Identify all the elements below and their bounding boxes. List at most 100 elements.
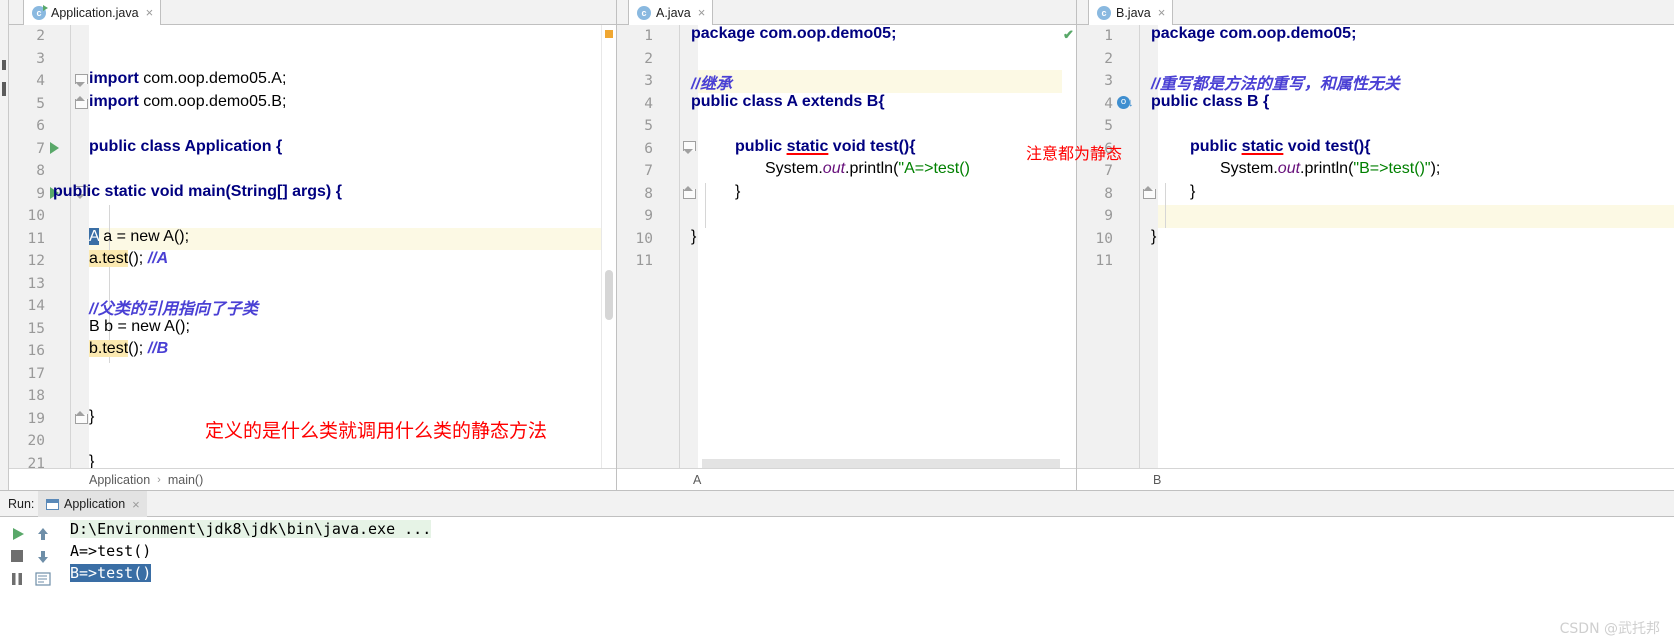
line-number: 4 [1104,95,1113,112]
stop-icon[interactable] [10,549,24,563]
import-path-a: com.oop.demo05.A; [138,70,287,87]
annotation-all-static: 注意都为静态 [1026,144,1123,163]
line-number: 2 [36,28,45,44]
fold-marker-test-method[interactable] [683,141,696,154]
code-line-4: public class B { [1151,93,1269,111]
java-class-icon: c [1097,5,1111,20]
fold-marker-test-method-end[interactable] [683,186,696,199]
call-tail: (); [128,250,148,267]
call-close: ); [1430,160,1441,177]
class-a-signature: public class A extends B{ [691,92,885,110]
error-stripe-marker-column[interactable]: ✔ [1062,25,1076,468]
field-out: out [1277,160,1301,177]
editor-body-a-java[interactable]: 1 2 3 4 5 6 7 8 9 10 11 package com.oop.… [617,25,1076,468]
code-line-12: a.test(); //A [89,250,168,268]
run-config-icon [46,498,59,510]
call-tail: (); [128,340,148,357]
editor-panel-b-java: c B.java × 1 2 3 4 5 6 7 8 9 10 11 o ↓ p… [1076,0,1674,490]
line-number: 21 [27,455,45,469]
run-tool-window-header: Run: Application × [0,491,1674,517]
line-number: 7 [36,140,45,157]
code-line-10: } [691,228,696,246]
breadcrumb-a-java: A [617,468,1076,490]
code-line-4: public class A extends B{ [691,93,885,111]
output-text-b-selected[interactable]: B=>test() [70,564,152,582]
close-icon[interactable]: × [1158,5,1166,20]
editor-body-application[interactable]: 2 3 4 5 6 7 8 9 10 11 12 13 14 15 16 17 … [9,25,616,468]
class-b-signature: public class B { [1151,92,1270,110]
field-out: out [822,160,846,177]
vertical-scrollbar-thumb[interactable] [605,270,613,320]
line-number: 10 [27,208,45,224]
line-number: 9 [1104,208,1113,224]
inline-comment-a: //A [147,250,169,267]
code-line-1: package com.oop.demo05; [1151,25,1356,43]
inspection-ok-icon[interactable]: ✔ [1063,27,1074,43]
current-line-highlight [1077,205,1674,228]
tab-application-java[interactable]: c Application.java × [23,0,162,25]
fold-marker-imports[interactable] [75,74,88,87]
breadcrumb-class[interactable]: B [1153,473,1161,487]
keyword-import: import [89,70,139,87]
line-number: 4 [36,73,45,89]
editor-panel-application: c Application.java × 2 3 4 5 6 7 8 9 10 … [9,0,616,490]
line-number: 9 [644,208,653,224]
tab-label: B.java [1116,5,1151,20]
class-declaration: public class Application { [89,137,283,155]
tab-b-java[interactable]: c B.java × [1088,0,1174,25]
fold-column[interactable] [71,25,89,468]
rerun-icon[interactable] [10,526,26,542]
code-line-7: System.out.println("B=>test()"); [1220,160,1440,178]
modifier-static-error: static [786,137,829,155]
editor-body-b-java[interactable]: 1 2 3 4 5 6 7 8 9 10 11 o ↓ package com.… [1077,25,1674,468]
run-tool-window: Run: Application × D:\Environment\jdk8\j… [0,490,1674,644]
line-number: 6 [36,118,45,134]
close-icon[interactable]: × [132,497,140,512]
warning-stripe-marker[interactable] [605,30,613,38]
line-number: 11 [27,230,45,247]
error-stripe-marker-column[interactable] [602,25,616,468]
closing-brace-class: } [691,227,697,245]
line-number: 2 [644,50,653,67]
close-icon[interactable]: × [698,5,706,20]
pause-icon[interactable] [10,572,24,586]
fold-marker-main-end[interactable] [75,411,88,424]
tab-a-java[interactable]: c A.java × [628,0,714,25]
fold-marker-test-method-end[interactable] [1143,186,1156,199]
console-output[interactable]: D:\Environment\jdk8\jdk\bin\java.exe ...… [62,517,1674,644]
line-number: 16 [27,343,45,359]
keyword-import: import [89,92,139,110]
strip-marker-2 [2,82,6,96]
line-number: 10 [635,230,653,247]
selected-type-token[interactable]: A [89,227,99,245]
close-icon[interactable]: × [146,5,154,20]
breadcrumb-method[interactable]: main() [168,473,203,487]
modifier-public: public [735,137,787,155]
line-number: 17 [27,365,45,382]
horizontal-scrollbar-thumb[interactable] [702,459,1060,468]
breadcrumb-application: Application › main() [9,468,616,490]
comment-inherit: //继承 [691,76,732,93]
run-class-gutter-icon[interactable] [50,142,59,154]
inline-comment-b: //B [147,340,169,357]
fold-marker-imports-end[interactable] [75,96,88,109]
declaration-rest: a = new A(); [98,227,190,245]
line-number: 13 [27,275,45,292]
line-number: 4 [644,95,653,112]
run-label: Run: [8,497,35,511]
strip-marker-1 [2,60,6,70]
breadcrumb-class[interactable]: Application [89,473,150,487]
package-declaration: package com.oop.demo05; [1151,25,1357,42]
scroll-up-icon[interactable] [36,526,50,542]
code-line-5: import com.oop.demo05.B; [89,93,286,111]
code-line-4: import com.oop.demo05.A; [89,70,286,88]
method-signature-rest: void test(){ [828,137,916,155]
breadcrumb-class[interactable]: A [693,473,701,487]
soft-wrap-icon[interactable] [35,572,51,586]
line-number: 20 [27,433,45,449]
run-configuration-tab[interactable]: Application × [38,491,147,517]
intellij-idea-window: c Application.java × 2 3 4 5 6 7 8 9 10 … [0,0,1674,644]
line-number: 5 [36,95,45,112]
scroll-down-icon[interactable] [36,549,50,565]
code-line-16: b.test(); //B [89,340,168,358]
